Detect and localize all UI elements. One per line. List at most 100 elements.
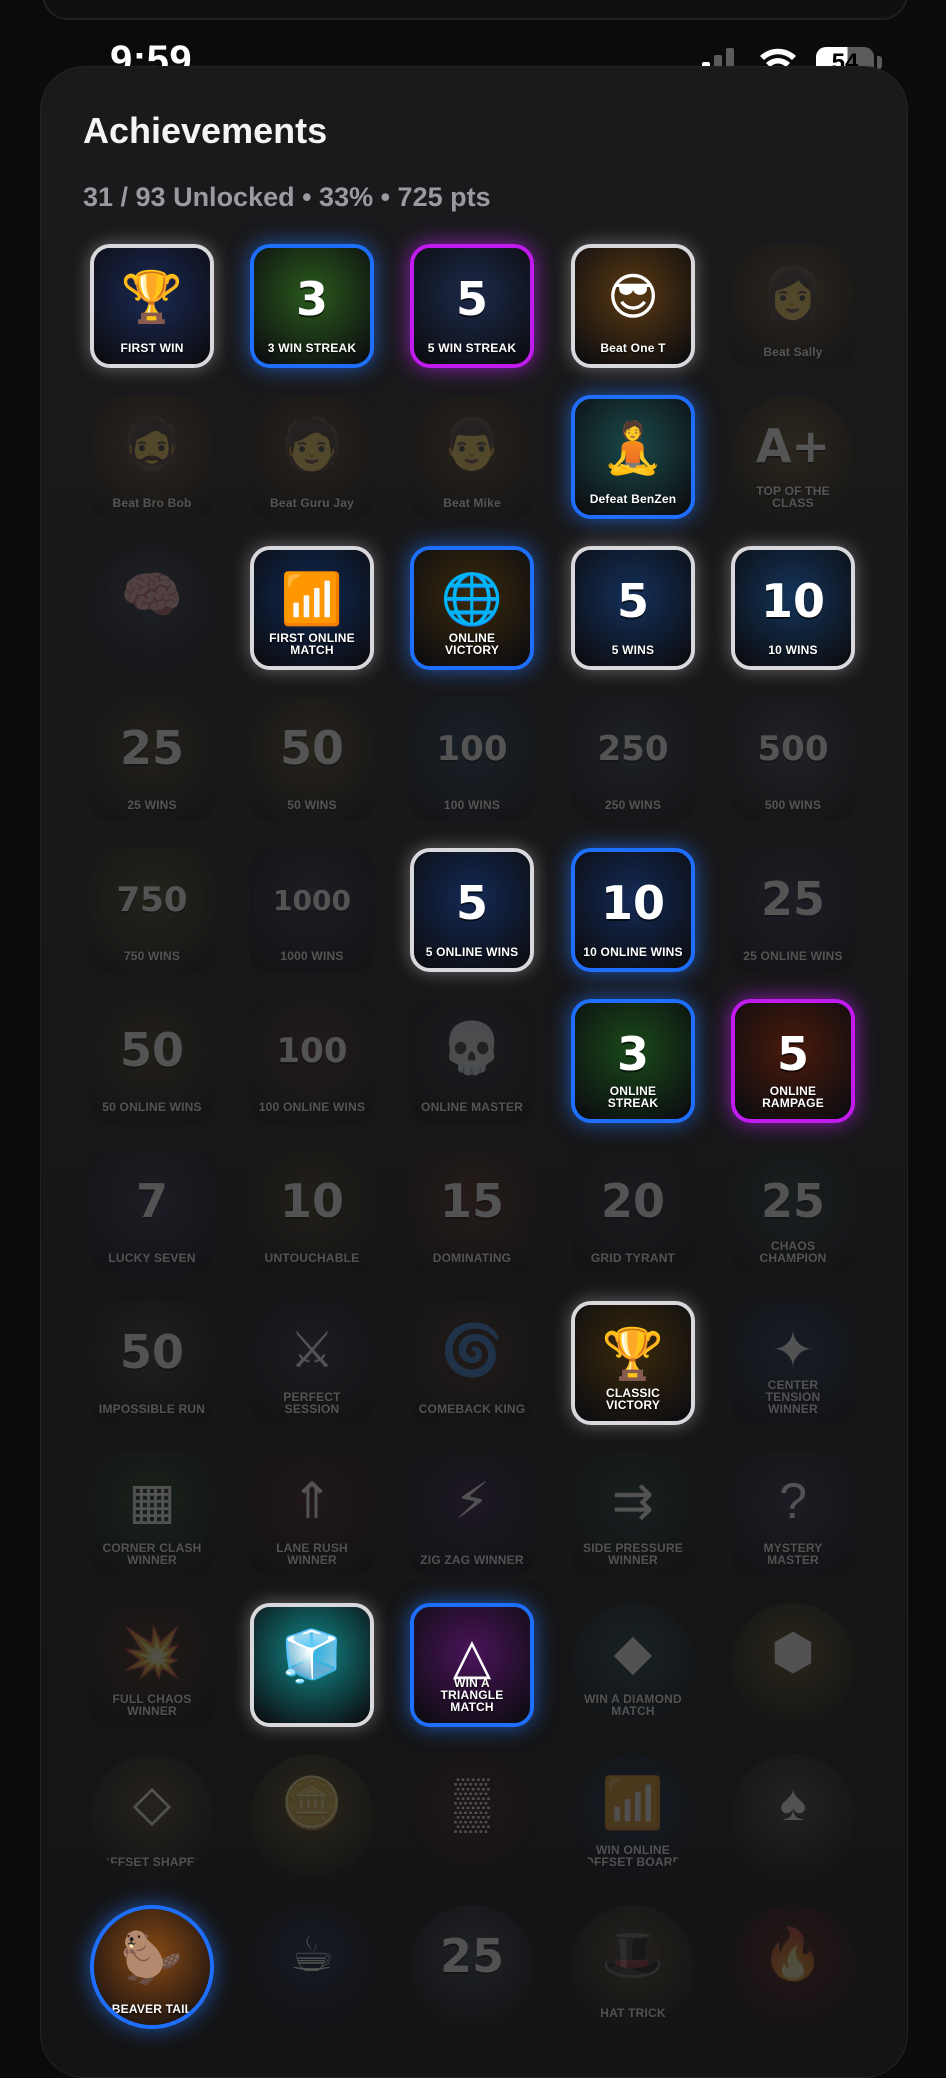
achievement-badge[interactable]: 5 ONLINE RAMPAGE bbox=[731, 999, 855, 1123]
achievement-badge[interactable]: 7 LUCKY SEVEN bbox=[90, 1150, 214, 1274]
achievement-badge[interactable]: 🏆 FIRST WIN bbox=[90, 244, 214, 368]
badge-locked: ⇑ LANE RUSH WINNER bbox=[250, 1452, 374, 1576]
achievement-badge[interactable]: 5 5 WINS bbox=[571, 546, 695, 670]
achievement-badge[interactable]: ♠ bbox=[731, 1754, 855, 1878]
achievement-badge[interactable]: A+ TOP OF THE CLASS bbox=[731, 395, 855, 519]
badge-label: CENTER TENSION WINNER bbox=[765, 1378, 821, 1416]
achievement-badge[interactable]: 📶 WIN ONLINE OFFSET BOARD bbox=[571, 1754, 695, 1878]
achievement-badge[interactable]: ⬢ bbox=[731, 1603, 855, 1727]
badge-emblem-icon: 👨 bbox=[440, 416, 504, 472]
achievement-badge[interactable]: 🌐 ONLINE VICTORY bbox=[410, 546, 534, 670]
achievement-badge[interactable]: 🦫 BEAVER TAIL bbox=[90, 1905, 214, 2029]
badge-emblem-icon: 🌐 bbox=[440, 571, 504, 627]
badge-locked: 👨 Beat Mike bbox=[410, 395, 534, 519]
badge-number: 5 bbox=[616, 574, 649, 628]
achievement-badge[interactable]: ▒ bbox=[410, 1754, 534, 1878]
achievement-badge[interactable]: ? MYSTERY MASTER bbox=[731, 1452, 855, 1576]
achievement-badge[interactable]: ▦ CORNER CLASH WINNER bbox=[90, 1452, 214, 1576]
badge-locked: 500 500 WINS bbox=[731, 697, 855, 821]
achievement-badge[interactable]: ◇ OFFSET SHAPES bbox=[90, 1754, 214, 1878]
achievement-badge[interactable]: 25 bbox=[410, 1905, 534, 2029]
badge-emblem-icon: 🧘 bbox=[601, 420, 665, 476]
achievement-badge[interactable]: ⚔ PERFECT SESSION bbox=[250, 1301, 374, 1425]
achievement-badge[interactable]: 100 100 WINS bbox=[410, 697, 534, 821]
achievement-badge[interactable]: 1000 1000 WINS bbox=[250, 848, 374, 972]
achievement-badge[interactable]: ✦ CENTER TENSION WINNER bbox=[731, 1301, 855, 1425]
achievement-badge[interactable]: 🧘 Defeat BenZen bbox=[571, 395, 695, 519]
badge-locked: 15 DOMINATING bbox=[410, 1150, 534, 1274]
badge-number: 50 bbox=[279, 721, 344, 775]
badge-unlocked: 5 ONLINE RAMPAGE bbox=[731, 999, 855, 1123]
achievement-badge[interactable]: 🏆 CLASSIC VICTORY bbox=[571, 1301, 695, 1425]
achievement-badge[interactable]: 💀 ONLINE MASTER bbox=[410, 999, 534, 1123]
achievement-badge[interactable]: 👩 Beat Sally bbox=[731, 244, 855, 368]
badge-unlocked: 📶 FIRST ONLINE MATCH bbox=[250, 546, 374, 670]
badge-locked: 👩 Beat Sally bbox=[731, 244, 855, 368]
badge-locked: 1000 1000 WINS bbox=[250, 848, 374, 972]
achievement-badge[interactable]: 25 25 ONLINE WINS bbox=[731, 848, 855, 972]
achievement-badge[interactable]: 📶 FIRST ONLINE MATCH bbox=[250, 546, 374, 670]
achievement-badge[interactable]: 🔥 bbox=[731, 1905, 855, 2029]
achievement-badge[interactable]: 🧠 bbox=[90, 546, 214, 670]
badge-emblem-icon: 🔥 bbox=[761, 1926, 825, 1982]
achievement-badge[interactable]: △ WIN A TRIANGLE MATCH bbox=[410, 1603, 534, 1727]
badge-locked: 25 bbox=[410, 1905, 534, 2029]
badge-locked: ▦ CORNER CLASH WINNER bbox=[90, 1452, 214, 1576]
achievement-badge[interactable]: 10 10 WINS bbox=[731, 546, 855, 670]
badge-label: TOP OF THE CLASS bbox=[756, 484, 830, 510]
achievement-badge[interactable]: ⇉ SIDE PRESSURE WINNER bbox=[571, 1452, 695, 1576]
achievement-badge[interactable]: ⚡ ZIG ZAG WINNER bbox=[410, 1452, 534, 1576]
achievement-badge[interactable]: 🧑 Beat Guru Jay bbox=[250, 395, 374, 519]
badge-locked: A+ TOP OF THE CLASS bbox=[731, 395, 855, 519]
badge-label: 10 WINS bbox=[768, 643, 818, 657]
achievement-badge[interactable]: 10 UNTOUCHABLE bbox=[250, 1150, 374, 1274]
badge-label: 1000 WINS bbox=[280, 949, 344, 963]
badge-label: 500 WINS bbox=[764, 798, 822, 812]
badge-emblem-icon: 🧔 bbox=[120, 416, 184, 472]
achievement-badge[interactable]: ☕ bbox=[250, 1905, 374, 2029]
achievement-badge[interactable]: 20 GRID TYRANT bbox=[571, 1150, 695, 1274]
achievement-badge[interactable]: 👨 Beat Mike bbox=[410, 395, 534, 519]
achievement-badge[interactable]: 10 10 ONLINE WINS bbox=[571, 848, 695, 972]
achievement-badge[interactable]: 50 IMPOSSIBLE RUN bbox=[90, 1301, 214, 1425]
badge-label: 750 WINS bbox=[123, 949, 181, 963]
achievement-badge[interactable]: 5 5 WIN STREAK bbox=[410, 244, 534, 368]
achievement-badge[interactable]: 750 750 WINS bbox=[90, 848, 214, 972]
badge-number: 7 bbox=[135, 1174, 168, 1228]
badge-locked: 🪙 bbox=[250, 1754, 374, 1878]
achievement-badge[interactable]: 15 DOMINATING bbox=[410, 1150, 534, 1274]
achievement-badge[interactable]: 100 100 ONLINE WINS bbox=[250, 999, 374, 1123]
achievement-badge[interactable]: 😎 Beat One T bbox=[571, 244, 695, 368]
badge-number: 1000 bbox=[273, 884, 351, 917]
badge-locked: 25 25 ONLINE WINS bbox=[731, 848, 855, 972]
achievement-badge[interactable]: 25 CHAOS CHAMPION bbox=[731, 1150, 855, 1274]
achievement-badge[interactable]: 3 3 WIN STREAK bbox=[250, 244, 374, 368]
badge-number: 3 bbox=[295, 272, 328, 326]
achievement-badge[interactable]: ⇑ LANE RUSH WINNER bbox=[250, 1452, 374, 1576]
badge-label: ONLINE VICTORY bbox=[444, 631, 500, 657]
badge-label: WIN ONLINE OFFSET BOARD bbox=[584, 1843, 682, 1869]
badge-locked: 🧠 bbox=[90, 546, 214, 670]
badge-emblem-icon: ⚔ bbox=[289, 1322, 335, 1378]
achievement-badge[interactable]: 🧊 bbox=[250, 1603, 374, 1727]
achievement-badge[interactable]: ◆ WIN A DIAMOND MATCH bbox=[571, 1603, 695, 1727]
achievement-badge[interactable]: 🧔 Beat Bro Bob bbox=[90, 395, 214, 519]
achievement-badge[interactable]: 250 250 WINS bbox=[571, 697, 695, 821]
badge-label: UNTOUCHABLE bbox=[264, 1251, 360, 1265]
achievement-badge[interactable]: 5 5 ONLINE WINS bbox=[410, 848, 534, 972]
badge-emblem-icon: ▒ bbox=[454, 1775, 490, 1831]
achievement-badge[interactable]: 50 50 WINS bbox=[250, 697, 374, 821]
achievement-badge[interactable]: 💥 FULL CHAOS WINNER bbox=[90, 1603, 214, 1727]
achievement-badge[interactable]: 50 50 ONLINE WINS bbox=[90, 999, 214, 1123]
badge-label: 25 WINS bbox=[127, 798, 177, 812]
badge-locked: 100 100 WINS bbox=[410, 697, 534, 821]
achievement-badge[interactable]: 🌀 COMEBACK KING bbox=[410, 1301, 534, 1425]
badge-number: 5 bbox=[455, 272, 488, 326]
achievement-badge[interactable]: 500 500 WINS bbox=[731, 697, 855, 821]
badge-emblem-icon: ✦ bbox=[772, 1322, 814, 1378]
achievement-badge[interactable]: 25 25 WINS bbox=[90, 697, 214, 821]
achievement-badge[interactable]: 3 ONLINE STREAK bbox=[571, 999, 695, 1123]
achievement-badge[interactable]: 🎩 HAT TRICK bbox=[571, 1905, 695, 2029]
badge-number: 500 bbox=[757, 729, 829, 769]
achievement-badge[interactable]: 🪙 bbox=[250, 1754, 374, 1878]
